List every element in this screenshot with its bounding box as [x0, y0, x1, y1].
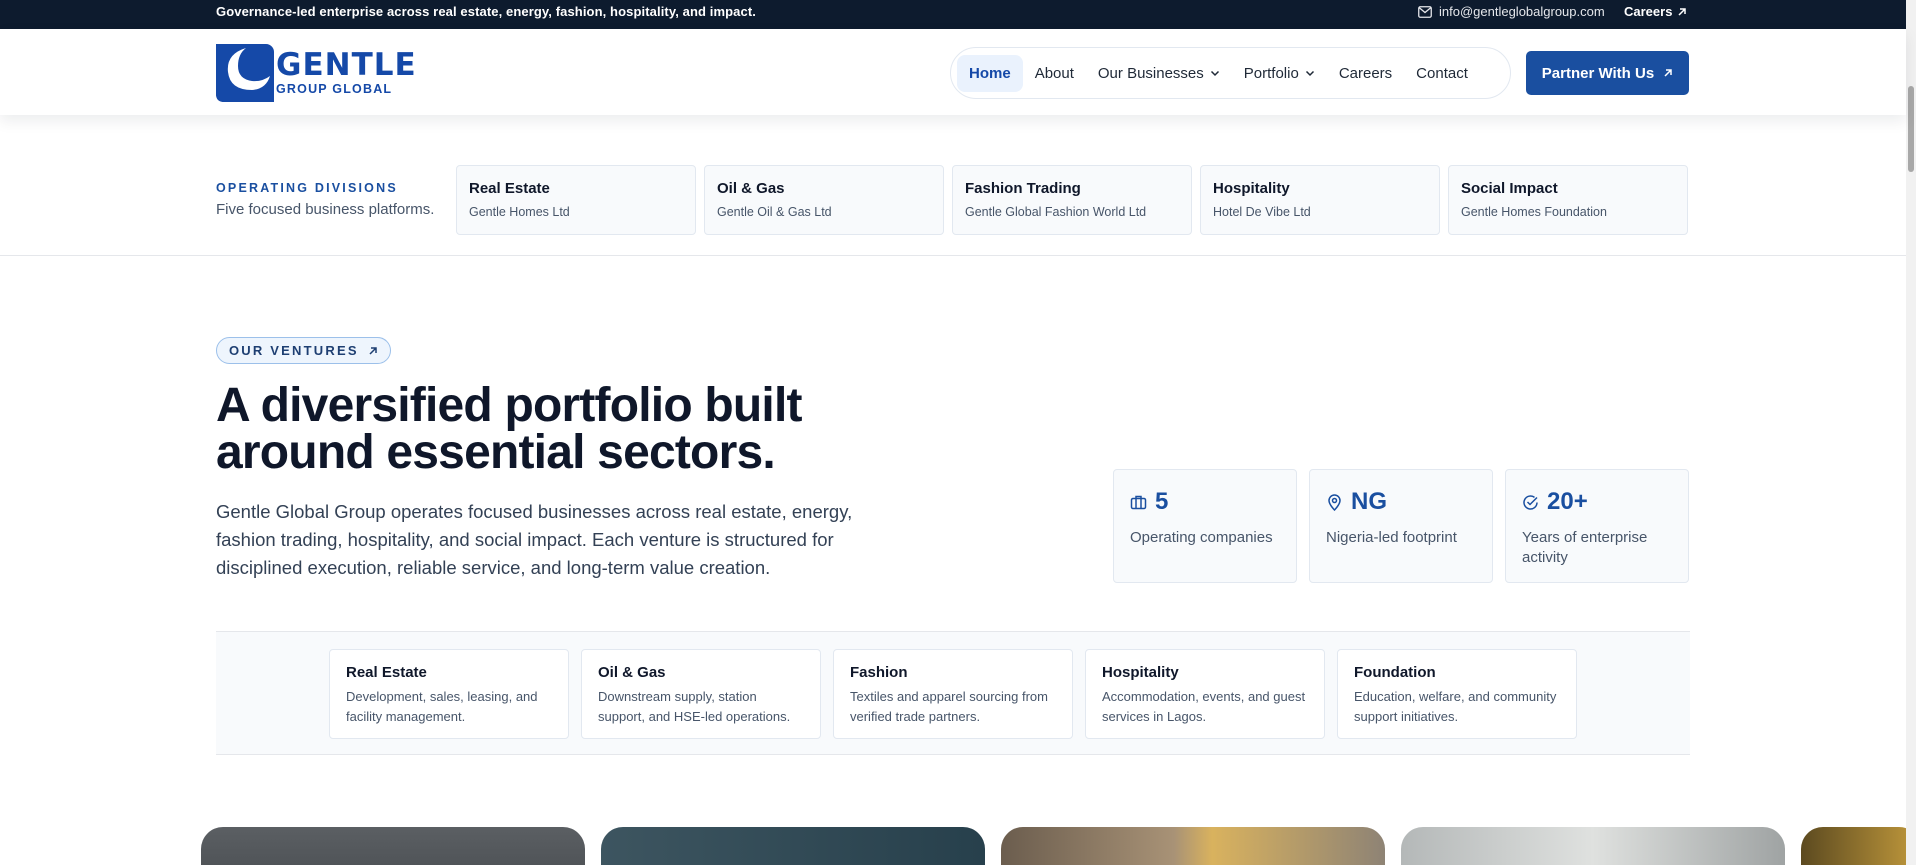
business-card-foundation[interactable]: Foundation Education, welfare, and commu… [1337, 649, 1577, 739]
division-card-fashion-trading[interactable]: Fashion Trading Gentle Global Fashion Wo… [952, 165, 1192, 235]
venture-photo-hospitality[interactable] [1401, 827, 1785, 865]
business-cards: Real Estate Development, sales, leasing,… [329, 649, 1577, 739]
division-subtitle: Gentle Oil & Gas Ltd [717, 205, 832, 219]
business-card-fashion[interactable]: Fashion Textiles and apparel sourcing fr… [833, 649, 1073, 739]
nav-portfolio[interactable]: Portfolio [1232, 55, 1327, 92]
ventures-description: Gentle Global Group operates focused bus… [216, 501, 853, 578]
nav-home[interactable]: Home [957, 54, 1023, 92]
business-card-real-estate[interactable]: Real Estate Development, sales, leasing,… [329, 649, 569, 739]
nav-portfolio-label: Portfolio [1243, 64, 1299, 82]
scrollbar-thumb[interactable] [1908, 86, 1914, 172]
business-title: Oil & Gas [598, 664, 666, 681]
site-header: GENTLE GROUP GLOBAL Home About Our Busin… [0, 29, 1906, 115]
main-nav: Home About Our Businesses Portfolio Care… [950, 47, 1511, 99]
stat-card-years: 20+ Years of enterprise activity [1505, 469, 1689, 583]
email-text: info@gentleglobalgroup.com [1439, 4, 1605, 19]
venture-photo-carousel [201, 827, 1916, 865]
venture-photo-foundation[interactable] [1801, 827, 1916, 865]
partner-with-us-button[interactable]: Partner With Us [1526, 51, 1689, 95]
divisions-heading: OPERATING DIVISIONS [216, 181, 398, 195]
stat-card-footprint: NG Nigeria-led footprint [1309, 469, 1493, 583]
venture-photo-fashion[interactable] [1001, 827, 1385, 865]
ventures-headline: A diversified portfolio built around ess… [216, 379, 802, 479]
top-announcement-bar: Governance-led enterprise across real es… [0, 0, 1916, 29]
map-pin-icon [1328, 493, 1341, 511]
careers-top-label: Careers [1624, 4, 1673, 19]
division-title: Oil & Gas [717, 180, 785, 197]
mail-icon [1418, 5, 1432, 18]
division-subtitle: Gentle Homes Ltd [469, 205, 570, 219]
page-scrollbar[interactable] [1906, 0, 1916, 865]
division-card-hospitality[interactable]: Hospitality Hotel De Vibe Ltd [1200, 165, 1440, 235]
business-title: Foundation [1354, 664, 1436, 681]
arrow-up-right-icon [369, 346, 377, 355]
division-title: Social Impact [1461, 180, 1558, 197]
email-link[interactable]: info@gentleglobalgroup.com [1418, 4, 1605, 19]
nav-contact[interactable]: Contact [1404, 55, 1480, 92]
venture-photo-oil-gas[interactable] [601, 827, 985, 865]
stat-value: NG [1351, 488, 1387, 515]
division-subtitle: Hotel De Vibe Ltd [1213, 205, 1311, 219]
division-card-social-impact[interactable]: Social Impact Gentle Homes Foundation [1448, 165, 1688, 235]
nav-about[interactable]: About [1023, 55, 1086, 92]
careers-top-link[interactable]: Careers [1624, 4, 1687, 19]
partner-button-label: Partner With Us [1541, 64, 1655, 82]
business-card-hospitality[interactable]: Hospitality Accommodation, events, and g… [1085, 649, 1325, 739]
brand-logo[interactable]: GENTLE GROUP GLOBAL [216, 44, 417, 102]
our-ventures-badge[interactable]: OUR VENTURES [216, 337, 391, 364]
nav-about-label: About [1034, 64, 1074, 82]
nav-our-businesses[interactable]: Our Businesses [1086, 55, 1232, 92]
division-card-oil-gas[interactable]: Oil & Gas Gentle Oil & Gas Ltd [704, 165, 944, 235]
business-description: Accommodation, events, and guest service… [1102, 689, 1306, 724]
nav-careers[interactable]: Careers [1327, 55, 1404, 92]
divisions-subheading: Five focused business platforms. [216, 201, 435, 218]
arrow-up-right-icon [1664, 69, 1672, 77]
stat-label: Operating companies [1130, 529, 1273, 546]
business-description: Education, welfare, and community suppor… [1354, 689, 1557, 724]
division-title: Real Estate [469, 180, 550, 197]
tagline: Governance-led enterprise across real es… [216, 4, 756, 19]
arrow-up-right-icon [1678, 7, 1687, 16]
operating-divisions-section: OPERATING DIVISIONS Five focused busines… [0, 115, 1906, 256]
nav-contact-label: Contact [1416, 64, 1468, 82]
venture-photo-real-estate[interactable] [201, 827, 585, 865]
division-subtitle: Gentle Homes Foundation [1461, 205, 1607, 219]
badge-label: OUR VENTURES [229, 343, 359, 358]
business-summary-band: Real Estate Development, sales, leasing,… [216, 631, 1690, 755]
check-circle-icon [1523, 494, 1538, 510]
logo-mark-icon [216, 44, 274, 102]
division-title: Fashion Trading [965, 180, 1081, 197]
business-description: Textiles and apparel sourcing from verif… [850, 689, 1048, 724]
stat-label: Years of enterprise activity [1522, 529, 1648, 566]
business-title: Fashion [850, 664, 908, 681]
chevron-down-icon [1305, 70, 1314, 77]
brand-name: GENTLE [276, 46, 417, 83]
division-subtitle: Gentle Global Fashion World Ltd [965, 205, 1147, 219]
stat-card-companies: 5 Operating companies [1113, 469, 1297, 583]
division-title: Hospitality [1213, 180, 1290, 197]
brand-subname: GROUP GLOBAL [276, 81, 393, 96]
nav-careers-label: Careers [1338, 64, 1393, 82]
business-description: Downstream supply, station support, and … [598, 689, 791, 724]
nav-home-label: Home [969, 64, 1011, 82]
business-card-oil-gas[interactable]: Oil & Gas Downstream supply, station sup… [581, 649, 821, 739]
business-title: Hospitality [1102, 664, 1179, 681]
stats-group: 5 Operating companies NG Nigeria-led foo… [1113, 469, 1689, 583]
stat-value: 5 [1155, 488, 1169, 515]
division-card-real-estate[interactable]: Real Estate Gentle Homes Ltd [456, 165, 696, 235]
stat-label: Nigeria-led footprint [1326, 529, 1457, 546]
nav-our-businesses-label: Our Businesses [1097, 64, 1204, 82]
chevron-down-icon [1210, 70, 1219, 77]
division-cards: Real Estate Gentle Homes Ltd Oil & Gas G… [456, 165, 1688, 235]
stat-value: 20+ [1547, 488, 1588, 515]
business-title: Real Estate [346, 664, 427, 681]
business-description: Development, sales, leasing, and facilit… [346, 689, 538, 724]
briefcase-icon [1130, 495, 1147, 509]
